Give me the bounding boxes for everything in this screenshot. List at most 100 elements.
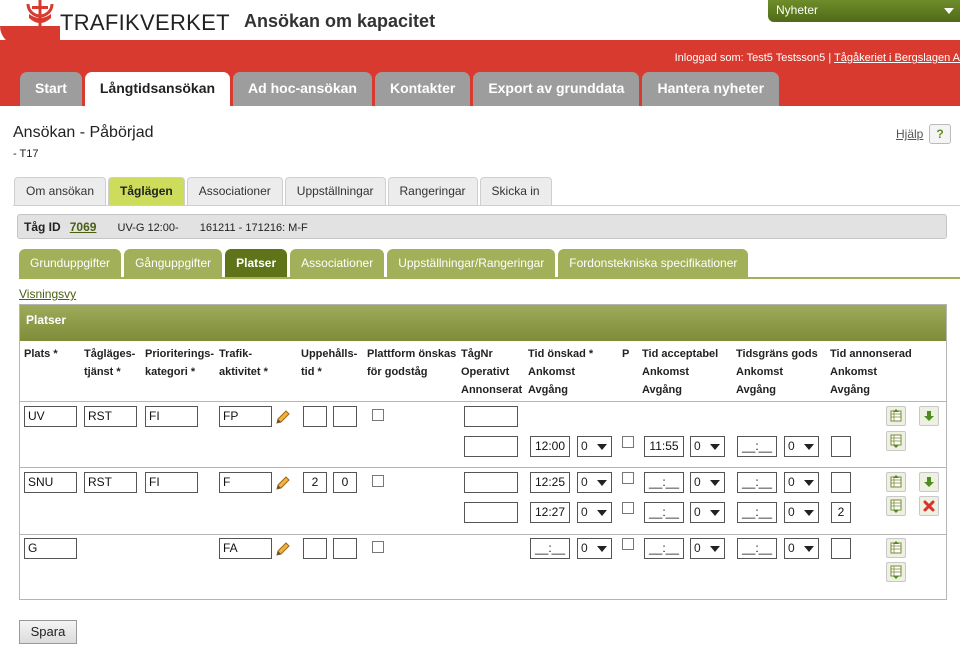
- insert-above-icon[interactable]: [886, 472, 906, 492]
- brand-name: TRAFIKVERKET: [60, 10, 230, 35]
- col-tid-onskad: Tid önskad * Ankomst Avgång: [528, 348, 594, 396]
- p-checkbox[interactable]: [622, 436, 634, 448]
- plattform-checkbox[interactable]: [372, 475, 384, 487]
- news-dropdown[interactable]: Nyheter: [768, 0, 960, 22]
- uppehall-min-input[interactable]: [303, 538, 327, 559]
- login-organisation-link[interactable]: Tågåkeriet i Bergslagen A: [834, 52, 960, 64]
- pencil-icon[interactable]: [275, 541, 291, 557]
- ank-onskad-select[interactable]: 0: [577, 472, 612, 493]
- avg-acceptabel-select[interactable]: 0: [690, 502, 725, 523]
- tab-taglagen[interactable]: Tåglägen: [108, 177, 185, 205]
- insert-above-icon[interactable]: [886, 538, 906, 558]
- avg-onskad-select[interactable]: 0: [577, 502, 612, 523]
- tab-start[interactable]: Start: [20, 72, 82, 106]
- tab-export-grunddata[interactable]: Export av grunddata: [473, 72, 640, 106]
- header: TRAFIKVERKET Ansökan om kapacitet Nyhete…: [0, 0, 960, 40]
- avg-onskad-select[interactable]: 0: [577, 436, 612, 457]
- prio-input[interactable]: FI: [145, 472, 198, 493]
- avg-gods-select[interactable]: 0: [784, 502, 819, 523]
- avg-onskad-input[interactable]: 12:00: [530, 436, 570, 457]
- avg-acceptabel-input[interactable]: 11:55: [644, 436, 684, 457]
- tjanst-input[interactable]: RST: [84, 406, 137, 427]
- train-id-link[interactable]: 7069: [70, 220, 97, 234]
- pencil-icon[interactable]: [275, 475, 291, 491]
- insert-below-icon[interactable]: [886, 562, 906, 582]
- tab-ad-hoc-ansokan[interactable]: Ad hoc-ansökan: [233, 72, 372, 106]
- uppehall-sek-input[interactable]: [333, 538, 357, 559]
- tab-om-ansokan[interactable]: Om ansökan: [14, 177, 107, 205]
- tab-associationer[interactable]: Associationer: [186, 177, 283, 205]
- tab-uppstallningar-rangeringar[interactable]: Uppställningar/Rangeringar: [387, 249, 556, 278]
- tagnr-operativt-input[interactable]: [464, 472, 518, 493]
- prio-input[interactable]: FI: [145, 406, 198, 427]
- ank-acceptabel-select[interactable]: 0: [690, 472, 725, 493]
- platser-panel: Platser Plats * Tågläges-tjänst * Priori…: [19, 304, 947, 600]
- page-title: Ansökan - Påbörjad: [13, 124, 154, 141]
- trafik-input[interactable]: F: [219, 472, 272, 493]
- chevron-down-icon: [597, 510, 607, 516]
- plats-input[interactable]: UV: [24, 406, 77, 427]
- view-mode-link[interactable]: Visningsvy: [19, 287, 76, 301]
- uppehall-min-input[interactable]: [303, 406, 327, 427]
- trafik-input[interactable]: FA: [219, 538, 272, 559]
- avg-annonserad-input[interactable]: [831, 436, 851, 457]
- plattform-checkbox[interactable]: [372, 409, 384, 421]
- tab-platser[interactable]: Platser: [225, 249, 288, 278]
- avg-acceptabel-input[interactable]: __:__: [644, 502, 684, 523]
- col-tid-annonserad: Tid annonserad Ankomst Avgång: [830, 348, 912, 396]
- ank-annonserad-input[interactable]: [831, 538, 851, 559]
- tab-langtidsansokan[interactable]: Långtidsansökan: [84, 72, 231, 106]
- ank-gods-input[interactable]: __:__: [737, 472, 777, 493]
- tab-ganguppgifter[interactable]: Gånguppgifter: [124, 249, 223, 278]
- ank-onskad-input[interactable]: 12:25: [530, 472, 570, 493]
- help-link[interactable]: Hjälp: [896, 127, 923, 141]
- plattform-checkbox[interactable]: [372, 541, 384, 553]
- ank-acceptabel-select[interactable]: 0: [690, 538, 725, 559]
- avg-onskad-input[interactable]: 12:27: [530, 502, 570, 523]
- insert-below-icon[interactable]: [886, 431, 906, 451]
- plats-input[interactable]: G: [24, 538, 77, 559]
- tab-uppstallningar[interactable]: Uppställningar: [284, 177, 386, 205]
- avg-gods-input[interactable]: __:__: [737, 436, 777, 457]
- insert-below-icon[interactable]: [886, 496, 906, 516]
- avg-gods-input[interactable]: __:__: [737, 502, 777, 523]
- tagnr-annonserat-input[interactable]: [464, 436, 518, 457]
- ank-gods-input[interactable]: __:__: [737, 538, 777, 559]
- tjanst-input[interactable]: RST: [84, 472, 137, 493]
- ank-onskad-input[interactable]: __:__: [530, 538, 570, 559]
- uppehall-min-input[interactable]: 2: [303, 472, 327, 493]
- uppehall-sek-input[interactable]: [333, 406, 357, 427]
- save-button[interactable]: Spara: [19, 620, 77, 644]
- tab-grunduppgifter[interactable]: Grunduppgifter: [19, 249, 122, 278]
- ank-gods-select[interactable]: 0: [784, 472, 819, 493]
- tab-hantera-nyheter[interactable]: Hantera nyheter: [642, 72, 780, 106]
- p-checkbox[interactable]: [622, 502, 634, 514]
- p-checkbox[interactable]: [622, 472, 634, 484]
- ank-onskad-select[interactable]: 0: [577, 538, 612, 559]
- ank-acceptabel-input[interactable]: __:__: [644, 538, 684, 559]
- tagnr-annonserat-input[interactable]: [464, 502, 518, 523]
- tab-fordonstekniska[interactable]: Fordonstekniska specifikationer: [558, 249, 749, 278]
- move-down-icon[interactable]: [919, 406, 939, 426]
- pencil-icon[interactable]: [275, 409, 291, 425]
- avg-annonserad-input[interactable]: 2: [831, 502, 851, 523]
- tab-rangeringar[interactable]: Rangeringar: [387, 177, 478, 205]
- plats-input[interactable]: SNU: [24, 472, 77, 493]
- ank-gods-select[interactable]: 0: [784, 538, 819, 559]
- tab-associationer-detail[interactable]: Associationer: [290, 249, 385, 278]
- avg-acceptabel-select[interactable]: 0: [690, 436, 725, 457]
- delete-icon[interactable]: [919, 496, 939, 516]
- col-uppehallstid: Uppehålls-tid *: [301, 348, 358, 378]
- ank-annonserad-input[interactable]: [831, 472, 851, 493]
- move-down-icon[interactable]: [919, 472, 939, 492]
- tagnr-operativt-input[interactable]: [464, 406, 518, 427]
- tab-kontakter[interactable]: Kontakter: [374, 72, 471, 106]
- ank-acceptabel-input[interactable]: __:__: [644, 472, 684, 493]
- trafik-input[interactable]: FP: [219, 406, 272, 427]
- help-icon[interactable]: ?: [929, 124, 951, 144]
- tab-skicka-in[interactable]: Skicka in: [479, 177, 552, 205]
- insert-above-icon[interactable]: [886, 406, 906, 426]
- avg-gods-select[interactable]: 0: [784, 436, 819, 457]
- uppehall-sek-input[interactable]: 0: [333, 472, 357, 493]
- p-checkbox[interactable]: [622, 538, 634, 550]
